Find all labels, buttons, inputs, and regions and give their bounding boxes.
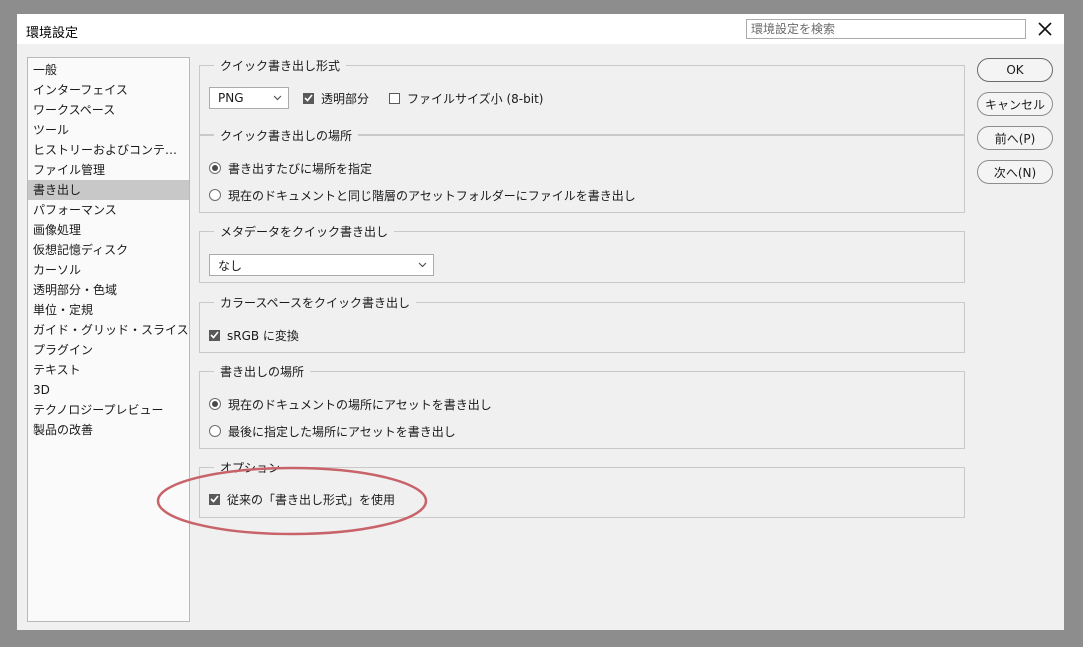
group-title: クイック書き出しの場所 — [214, 128, 359, 144]
annotation-ellipse — [156, 466, 428, 536]
sidebar-item[interactable]: プラグイン — [28, 340, 189, 360]
group-quick-format: クイック書き出し形式 PNG 透明部分 ファイルサイズ小 (8-bit) — [199, 58, 965, 135]
radio-last-location[interactable] — [209, 425, 221, 437]
radio-last-location-label: 最後に指定した場所にアセットを書き出し — [228, 424, 456, 439]
group-title: メタデータをクイック書き出し — [214, 224, 395, 240]
ok-button[interactable]: OK — [977, 58, 1053, 82]
srgb-checkbox[interactable] — [209, 329, 220, 341]
transparency-label: 透明部分 — [321, 91, 370, 106]
chevron-down-icon — [418, 260, 427, 271]
small-filesize-label: ファイルサイズ小 (8-bit) — [407, 91, 544, 106]
window-title: 環境設定 — [26, 26, 79, 41]
format-select[interactable]: PNG — [209, 87, 289, 109]
close-button[interactable] — [1033, 18, 1057, 40]
category-list: 一般インターフェイスワークスペースツールヒストリーおよびコンテンツ認証 ...フ… — [27, 57, 190, 622]
sidebar-item[interactable]: ツール — [28, 120, 189, 140]
sidebar-item[interactable]: 透明部分・色域 — [28, 280, 189, 300]
chevron-down-icon — [273, 93, 282, 104]
sidebar-item[interactable]: 一般 — [28, 60, 189, 80]
sidebar-item[interactable]: 製品の改善 — [28, 420, 189, 440]
radio-current-location[interactable] — [209, 398, 221, 410]
sidebar-item[interactable]: ヒストリーおよびコンテンツ認証 ... — [28, 140, 189, 160]
radio-ask-location[interactable] — [209, 162, 221, 174]
group-title: クイック書き出し形式 — [214, 58, 347, 74]
small-filesize-checkbox[interactable] — [389, 92, 401, 104]
search-input[interactable] — [746, 19, 1026, 39]
sidebar-item[interactable]: ガイド・グリッド・スライス — [28, 320, 189, 340]
previous-button[interactable]: 前へ(P) — [977, 126, 1053, 150]
checkmark-icon — [304, 94, 313, 102]
sidebar-item[interactable]: カーソル — [28, 260, 189, 280]
cancel-button[interactable]: キャンセル — [977, 92, 1053, 116]
close-icon — [1038, 22, 1052, 36]
preferences-dialog: 環境設定 一般インターフェイスワークスペースツールヒストリーおよびコンテンツ認証… — [17, 14, 1064, 630]
sidebar-item[interactable]: 画像処理 — [28, 220, 189, 240]
group-title: カラースペースをクイック書き出し — [214, 295, 416, 311]
srgb-label: sRGB に変換 — [227, 328, 299, 343]
group-title: 書き出しの場所 — [214, 364, 311, 380]
group-metadata: メタデータをクイック書き出し なし — [199, 224, 965, 283]
group-colorspace: カラースペースをクイック書き出し sRGB に変換 — [199, 295, 965, 353]
radio-assets-folder-label: 現在のドキュメントと同じ階層のアセットフォルダーにファイルを書き出し — [228, 188, 636, 203]
title-bar: 環境設定 — [17, 14, 1064, 44]
sidebar-item[interactable]: 単位・定規 — [28, 300, 189, 320]
sidebar-item[interactable]: ファイル管理 — [28, 160, 189, 180]
sidebar-item[interactable]: 書き出し — [28, 180, 189, 200]
sidebar-item[interactable]: テキスト — [28, 360, 189, 380]
radio-ask-location-label: 書き出すたびに場所を指定 — [228, 161, 373, 176]
metadata-value: なし — [218, 258, 243, 273]
group-quick-location: クイック書き出しの場所 書き出すたびに場所を指定 現在のドキュメントと同じ階層の… — [199, 128, 965, 213]
metadata-select[interactable]: なし — [209, 254, 434, 276]
format-value: PNG — [218, 91, 244, 105]
radio-assets-folder[interactable] — [209, 189, 221, 201]
checkmark-icon — [210, 331, 219, 339]
sidebar-item[interactable]: ワークスペース — [28, 100, 189, 120]
sidebar-item[interactable]: 仮想記憶ディスク — [28, 240, 189, 260]
next-button[interactable]: 次へ(N) — [977, 160, 1053, 184]
sidebar-item[interactable]: 3D — [28, 380, 189, 400]
sidebar-item[interactable]: パフォーマンス — [28, 200, 189, 220]
sidebar-item[interactable]: インターフェイス — [28, 80, 189, 100]
sidebar-item[interactable]: テクノロジープレビュー — [28, 400, 189, 420]
group-export-location: 書き出しの場所 現在のドキュメントの場所にアセットを書き出し 最後に指定した場所… — [199, 364, 965, 449]
radio-current-location-label: 現在のドキュメントの場所にアセットを書き出し — [228, 397, 492, 412]
transparency-checkbox[interactable] — [303, 92, 314, 104]
